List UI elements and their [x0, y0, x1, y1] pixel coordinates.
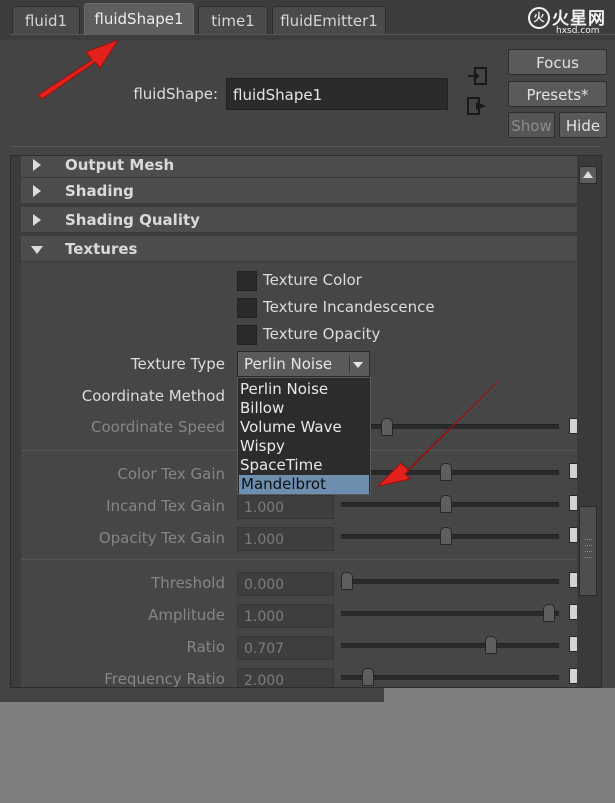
red-arrow-icon	[37, 39, 120, 100]
annotation-arrows	[37, 39, 498, 487]
red-arrow-icon	[376, 381, 498, 487]
attribute-editor-panel: fluid1 fluidShape1 time1 fluidEmitter1 火…	[0, 0, 615, 688]
panel-extension	[0, 688, 384, 702]
